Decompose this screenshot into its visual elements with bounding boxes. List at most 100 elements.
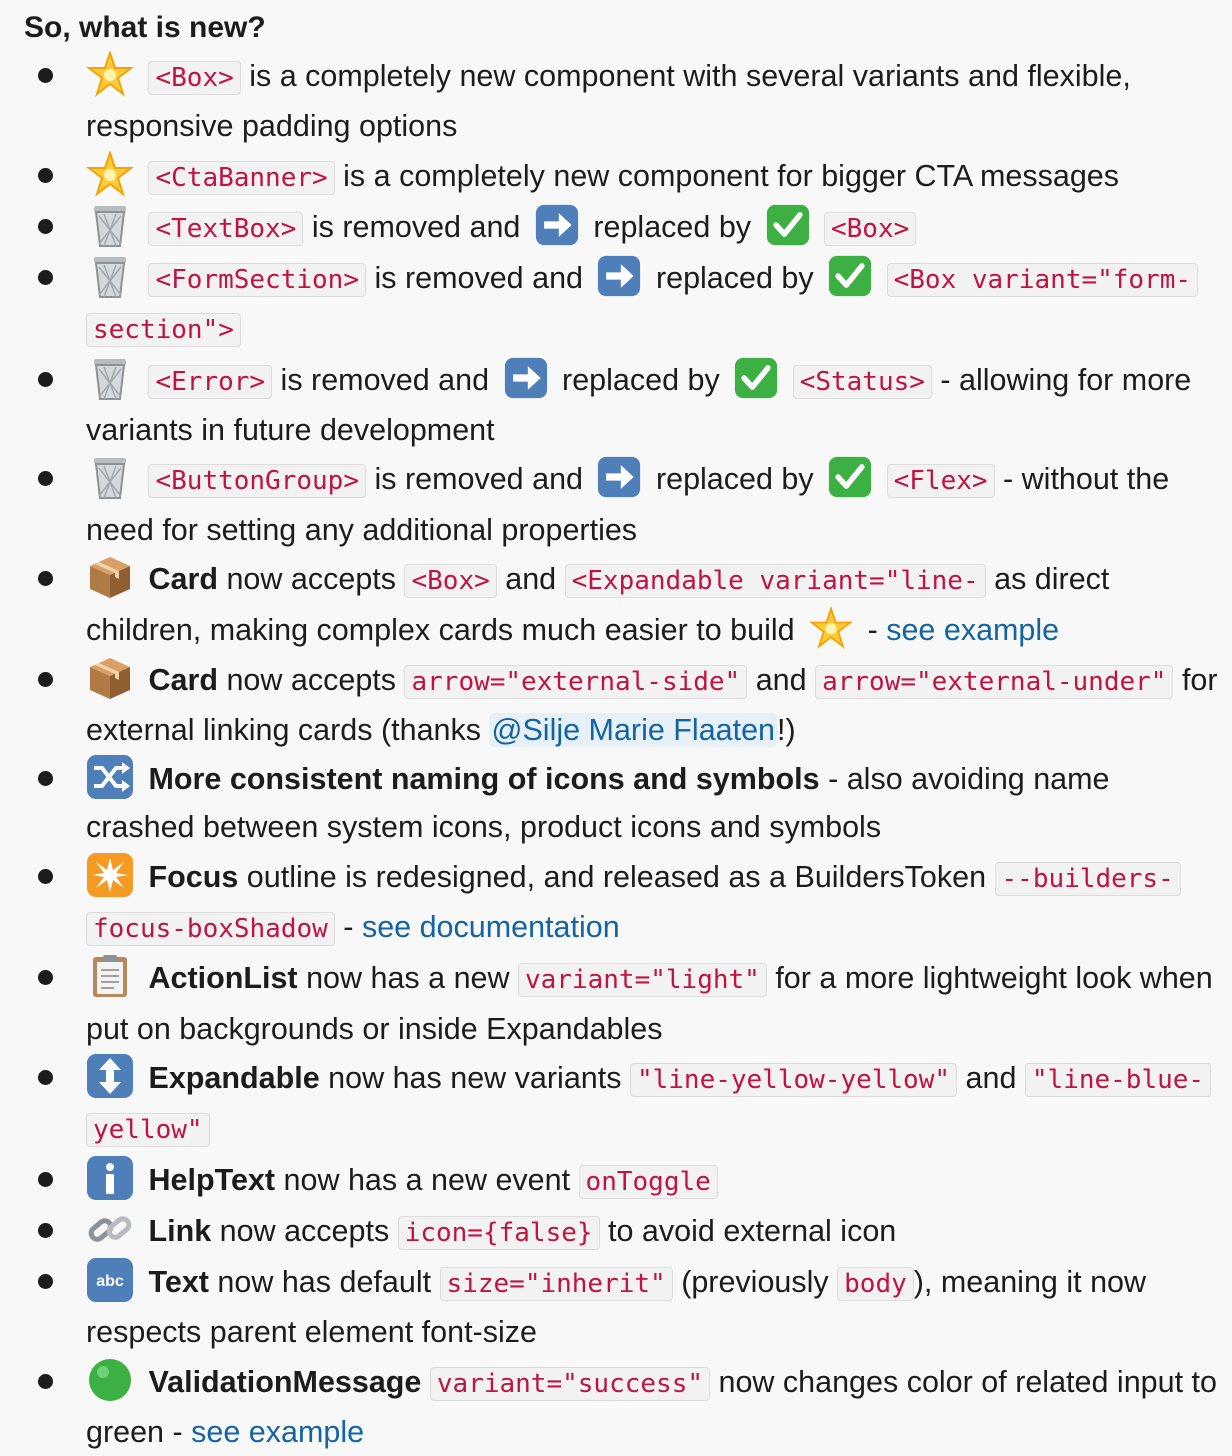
abc-icon: abc xyxy=(86,1257,134,1303)
bullet xyxy=(38,167,53,183)
bullet xyxy=(38,570,53,586)
component-name: Card xyxy=(148,662,218,697)
message-body: So, what is new? <Box> is a completely n… xyxy=(0,0,1232,1449)
list-item: ActionList now has a new variant="light"… xyxy=(0,953,1232,1053)
see-example-link[interactable]: see example xyxy=(191,1415,364,1449)
list-item: HelpText now has a new event onToggle xyxy=(0,1155,1232,1206)
right-arrow-icon xyxy=(597,454,641,500)
bullet xyxy=(38,68,53,83)
user-mention[interactable]: @Silje Marie Flaaten xyxy=(489,712,778,747)
see-example-link[interactable]: see example xyxy=(886,613,1059,647)
item-text: replaced by xyxy=(593,209,760,244)
right-arrow-icon xyxy=(504,355,548,401)
item-text: !) xyxy=(777,712,796,747)
item-text: replaced by xyxy=(655,462,823,497)
item-text: - xyxy=(867,613,887,648)
package-icon xyxy=(86,655,134,701)
code-snippet: arrow="external-under" xyxy=(815,664,1174,699)
list-item: <ButtonGroup> is removed and replaced by… xyxy=(0,454,1232,554)
information-icon xyxy=(86,1155,134,1201)
code-snippet: <TextBox> xyxy=(148,211,304,246)
code-snippet: body xyxy=(837,1267,914,1302)
bullet xyxy=(38,1069,53,1085)
code-snippet: <Flex> xyxy=(886,464,995,499)
bullet xyxy=(38,671,53,687)
bullet xyxy=(38,218,53,234)
bullet xyxy=(38,1373,53,1389)
code-snippet: <Status> xyxy=(792,364,932,399)
bullet xyxy=(38,970,53,986)
component-name: ActionList xyxy=(148,961,298,996)
package-icon xyxy=(86,554,134,600)
link-icon xyxy=(86,1206,134,1252)
bullet xyxy=(38,371,53,387)
changelog-list: <Box> is a completely new component with… xyxy=(0,51,1232,1456)
list-item: Card now accepts <Box> and <Expandable v… xyxy=(0,554,1232,655)
bullet xyxy=(38,868,53,884)
wastebasket-icon xyxy=(86,253,134,299)
code-snippet: <Box> xyxy=(824,211,917,246)
item-text: and xyxy=(965,1060,1025,1095)
item-text: now has a new event xyxy=(283,1162,579,1197)
glowing-star-icon xyxy=(86,150,134,197)
item-text: replaced by xyxy=(655,261,823,296)
heading: So, what is new? xyxy=(24,11,266,44)
item-text: now has default xyxy=(217,1265,440,1300)
bullet xyxy=(38,471,53,487)
list-item: Expandable now has new variants "line-ye… xyxy=(0,1053,1232,1155)
glowing-star-icon xyxy=(86,51,134,97)
code-snippet: <ButtonGroup> xyxy=(148,464,366,499)
code-snippet: <FormSection> xyxy=(148,263,366,298)
item-text: (previously xyxy=(681,1265,838,1300)
component-name: Link xyxy=(148,1213,212,1248)
list-item: <TextBox> is removed and replaced by <Bo… xyxy=(0,202,1232,253)
bullet xyxy=(38,1222,53,1238)
component-name: Card xyxy=(148,561,218,596)
item-text: is removed and xyxy=(311,209,529,244)
wastebasket-icon xyxy=(86,355,134,401)
check-mark-icon xyxy=(828,454,872,500)
list-item: <FormSection> is removed and replaced by… xyxy=(0,253,1232,355)
item-text: to avoid external icon xyxy=(608,1213,897,1248)
item-text: outline is redesigned, and released as a… xyxy=(246,859,995,894)
code-snippet: onToggle xyxy=(578,1164,718,1199)
code-snippet: <CtaBanner> xyxy=(148,160,335,195)
item-text: is removed and xyxy=(374,261,592,296)
list-item: Link now accepts icon={false} to avoid e… xyxy=(0,1206,1232,1257)
see-documentation-link[interactable]: see documentation xyxy=(362,910,620,944)
list-item: More consistent naming of icons and symb… xyxy=(0,754,1232,852)
bullet xyxy=(38,1274,53,1290)
item-text: is a completely new component with sever… xyxy=(86,59,1131,144)
glowing-star-icon xyxy=(809,605,854,651)
item-text: now has a new xyxy=(306,961,519,996)
code-snippet: arrow="external-side" xyxy=(404,664,748,699)
item-text: now has new variants xyxy=(328,1060,630,1095)
shuffle-icon xyxy=(86,754,134,800)
right-arrow-icon xyxy=(597,253,641,299)
component-name: ValidationMessage xyxy=(148,1364,422,1399)
item-text: is removed and xyxy=(280,362,498,397)
list-item: Focus outline is redesigned, and release… xyxy=(0,852,1232,954)
list-item: ValidationMessage variant="success" now … xyxy=(0,1357,1232,1456)
svg-text:abc: abc xyxy=(96,1273,124,1290)
right-arrow-icon xyxy=(535,202,579,248)
item-text: is removed and xyxy=(374,462,592,497)
list-item: <Box> is a completely new component with… xyxy=(0,51,1232,151)
item-text: and xyxy=(755,662,816,697)
code-snippet: icon={false} xyxy=(397,1215,600,1250)
list-item: <Error> is removed and replaced by <Stat… xyxy=(0,355,1232,455)
code-snippet: <Error> xyxy=(148,364,273,399)
clipboard-icon xyxy=(86,953,134,999)
code-snippet: <Box> xyxy=(404,563,497,598)
component-name: Text xyxy=(148,1265,209,1300)
component-name: Expandable xyxy=(148,1060,320,1095)
item-text: is a completely new component for bigger… xyxy=(343,158,1120,193)
eight-pointed-star-icon xyxy=(86,852,134,898)
list-item: <CtaBanner> is a completely new componen… xyxy=(0,150,1232,202)
green-circle-icon xyxy=(86,1357,134,1403)
wastebasket-icon xyxy=(86,202,134,248)
item-text: now accepts xyxy=(226,662,405,697)
item-text: and xyxy=(505,561,565,596)
component-name: Focus xyxy=(148,859,239,894)
component-name: More consistent naming of icons and symb… xyxy=(148,762,820,797)
